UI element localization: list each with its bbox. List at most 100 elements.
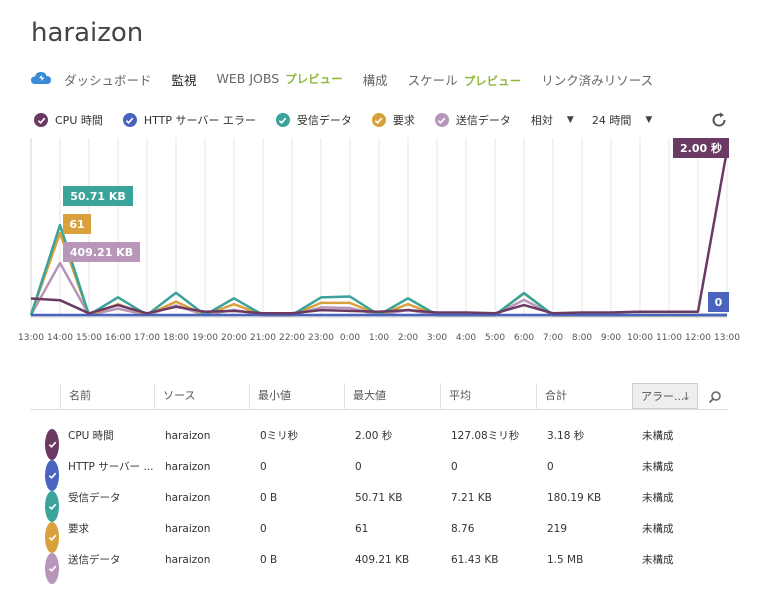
preview-badge: プレビュー xyxy=(285,72,343,86)
table-row[interactable]: HTTP サーバー ... haraizon 0 0 0 0 未構成 xyxy=(30,452,728,491)
cell-name: 受信データ xyxy=(68,492,121,504)
cell-avg: 8.76 xyxy=(451,523,475,535)
checkmark-icon[interactable] xyxy=(434,113,449,127)
time-range-select[interactable]: 24 時間 ▼ xyxy=(592,112,652,128)
preview-badge: プレビュー xyxy=(463,73,522,88)
x-tick-label: 5:00 xyxy=(485,333,505,343)
tooltip-label: 409.21 KB xyxy=(70,246,133,259)
cell-avg: 127.08ミリ秒 xyxy=(451,430,520,442)
x-tick-label: 13:00 xyxy=(18,333,44,343)
refresh-icon[interactable] xyxy=(710,111,728,129)
tab-scale[interactable]: スケール プレビュー xyxy=(408,70,522,89)
tab-label: リンク済みリソース xyxy=(541,72,654,88)
tooltip-label: 61 xyxy=(69,218,84,231)
x-tick-label: 10:00 xyxy=(627,333,653,343)
checkmark-icon[interactable] xyxy=(275,113,290,127)
cell-source: haraizon xyxy=(165,554,211,566)
cell-min: 0 xyxy=(260,461,267,473)
x-tick-label: 3:00 xyxy=(427,333,447,343)
legend-label: 送信データ xyxy=(455,114,511,127)
column-header-sum[interactable]: 合計 xyxy=(536,383,632,409)
tab-label: WEB JOBS xyxy=(216,71,280,86)
checkmark-icon[interactable] xyxy=(34,113,48,127)
legend-label: HTTP サーバー エラー xyxy=(143,114,256,127)
mode-select[interactable]: 相対 ▼ xyxy=(531,112,574,128)
column-header-label: アラー... xyxy=(641,390,685,403)
x-tick-label: 12:00 xyxy=(685,333,711,343)
checkmark-icon[interactable] xyxy=(122,113,137,127)
checkmark-icon[interactable] xyxy=(371,113,386,127)
x-tick-label: 6:00 xyxy=(514,333,534,343)
cell-name: CPU 時間 xyxy=(68,430,114,442)
column-header-name[interactable]: 名前 xyxy=(60,383,154,409)
x-tick-label: 20:00 xyxy=(221,333,247,343)
cell-max: 50.71 KB xyxy=(355,492,403,504)
cell-alert-status: 未構成 xyxy=(642,554,674,566)
x-tick-label: 11:00 xyxy=(656,333,682,343)
cell-max: 0 xyxy=(355,461,362,473)
table-row[interactable]: 送信データ haraizon 0 B 409.21 KB 61.43 KB 1.5 MB 未… xyxy=(30,545,728,584)
cell-source: haraizon xyxy=(165,461,211,473)
cell-max: 2.00 秒 xyxy=(355,430,393,442)
x-tick-label: 0:00 xyxy=(340,333,360,343)
column-header-avg[interactable]: 平均 xyxy=(440,383,536,409)
cell-source: haraizon xyxy=(165,523,211,535)
x-tick-label: 16:00 xyxy=(105,333,131,343)
table-row[interactable]: 受信データ haraizon 0 B 50.71 KB 7.21 KB 180.19 KB… xyxy=(30,483,728,522)
metrics-line-chart: 13:00 14:00 15:00 16:00 17:00 18:00 19:00 20:00… xyxy=(18,138,740,343)
cell-avg: 7.21 KB xyxy=(451,492,492,504)
cell-avg: 0 xyxy=(451,461,458,473)
table-row[interactable]: 要求 haraizon 0 61 8.76 219 未構成 xyxy=(30,514,728,553)
cell-sum: 219 xyxy=(547,523,568,535)
cell-source: haraizon xyxy=(165,430,211,442)
column-header-min[interactable]: 最小値 xyxy=(249,383,344,409)
page-title: haraizon xyxy=(31,18,144,48)
tab-label: スケール xyxy=(407,72,458,88)
cell-alert-status: 未構成 xyxy=(642,492,674,504)
table-row[interactable]: CPU 時間 haraizon 0ミリ秒 2.00 秒 127.08ミリ秒 3.18 秒 未… xyxy=(30,421,728,460)
legend-item-data-out[interactable]: 送信データ xyxy=(434,112,511,128)
column-header-max[interactable]: 最大値 xyxy=(344,383,440,409)
tab-bar: ダッシュボード 監視 WEB JOBS プレビュー 構成 スケール プレビュー リン… xyxy=(30,66,673,92)
cell-sum: 180.19 KB xyxy=(547,492,602,504)
tab-dashboard[interactable]: ダッシュボード xyxy=(64,70,152,89)
cell-max: 409.21 KB xyxy=(355,554,410,566)
cell-min: 0 B xyxy=(260,554,278,566)
chart-legend: CPU 時間 HTTP サーバー エラー 受信データ 要求 送信データ 相対 ▼… xyxy=(34,112,670,128)
legend-label: 受信データ xyxy=(296,114,352,127)
tab-webjobs[interactable]: WEB JOBS プレビュー xyxy=(217,71,343,87)
x-tick-label: 9:00 xyxy=(601,333,621,343)
legend-item-data-in[interactable]: 受信データ xyxy=(275,112,352,128)
cell-sum: 1.5 MB xyxy=(547,554,584,566)
tab-monitor[interactable]: 監視 xyxy=(172,70,197,89)
tooltip-label: 50.71 KB xyxy=(70,190,126,203)
legend-item-requests[interactable]: 要求 xyxy=(371,112,415,128)
legend-item-http-server-errors[interactable]: HTTP サーバー エラー xyxy=(122,112,256,128)
metrics-table-header: 名前 ソース 最小値 最大値 平均 合計 アラー... ↓ xyxy=(30,383,728,410)
chevron-down-icon: ▼ xyxy=(566,115,574,125)
x-tick-label: 14:00 xyxy=(47,333,73,343)
checkmark-icon[interactable] xyxy=(45,553,59,584)
header-checkbox-col xyxy=(30,383,60,409)
column-header-label: 最小値 xyxy=(258,389,291,402)
tab-label: 構成 xyxy=(362,72,388,88)
column-header-source[interactable]: ソース xyxy=(154,383,249,409)
tab-configure[interactable]: 構成 xyxy=(363,70,388,89)
legend-item-cpu-time[interactable]: CPU 時間 xyxy=(34,112,103,128)
cell-min: 0 B xyxy=(260,492,278,504)
search-icon[interactable] xyxy=(708,389,722,404)
column-header-label: 名前 xyxy=(69,389,91,402)
time-range-value: 24 時間 xyxy=(591,114,632,127)
cell-alert-status: 未構成 xyxy=(642,461,674,473)
x-tick-label: 7:00 xyxy=(543,333,563,343)
cloud-service-icon[interactable] xyxy=(30,69,52,89)
x-tick-label: 22:00 xyxy=(279,333,305,343)
column-header-alert[interactable]: アラー... ↓ xyxy=(632,383,698,409)
legend-label: 要求 xyxy=(392,114,415,127)
column-header-label: 合計 xyxy=(545,389,567,402)
x-tick-label: 17:00 xyxy=(134,333,160,343)
mode-value: 相対 xyxy=(530,114,553,127)
chevron-down-icon: ▼ xyxy=(645,115,653,125)
x-tick-label: 4:00 xyxy=(456,333,476,343)
tab-linked-resources[interactable]: リンク済みリソース xyxy=(541,70,653,89)
